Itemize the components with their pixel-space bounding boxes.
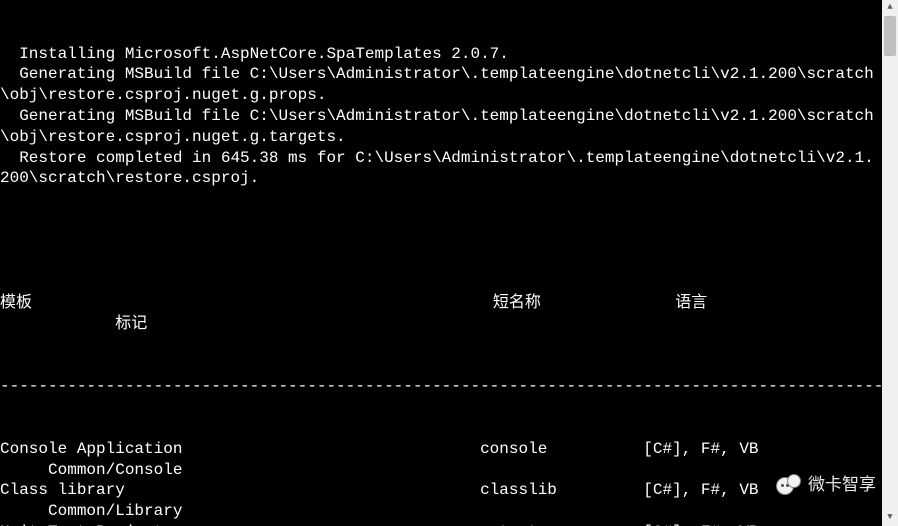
- log-line: Generating MSBuild file C:\Users\Adminis…: [0, 64, 882, 106]
- wechat-icon: [776, 474, 802, 496]
- scroll-up-button[interactable]: ▲: [882, 0, 898, 16]
- table-row-tags: Common/Library: [0, 501, 882, 522]
- terminal-output: Installing Microsoft.AspNetCore.SpaTempl…: [0, 0, 882, 526]
- header-divider: ----------------------------------------…: [0, 376, 882, 397]
- watermark-text: 微卡智享: [808, 474, 876, 496]
- table-row-tags: Common/Console: [0, 460, 882, 481]
- template-table-body: Console Application console [C#], F#, VB…: [0, 439, 882, 526]
- log-line: Generating MSBuild file C:\Users\Adminis…: [0, 106, 882, 148]
- restore-log: Installing Microsoft.AspNetCore.SpaTempl…: [0, 44, 882, 190]
- blank-line: [0, 231, 882, 252]
- template-table-header: 模板 短名称 语言 标记: [0, 293, 882, 335]
- scrollbar-track[interactable]: [882, 16, 898, 510]
- table-row: Unit Test Project mstest [C#], F#, VB: [0, 522, 882, 526]
- log-line: Installing Microsoft.AspNetCore.SpaTempl…: [0, 44, 882, 65]
- table-row: Class library classlib [C#], F#, VB: [0, 480, 882, 501]
- log-line: Restore completed in 645.38 ms for C:\Us…: [0, 148, 882, 190]
- watermark: 微卡智享: [776, 474, 876, 496]
- scroll-down-button[interactable]: ▼: [882, 510, 898, 526]
- scrollbar-thumb[interactable]: [884, 16, 896, 56]
- vertical-scrollbar[interactable]: ▲ ▼: [882, 0, 898, 526]
- table-row: Console Application console [C#], F#, VB: [0, 439, 882, 460]
